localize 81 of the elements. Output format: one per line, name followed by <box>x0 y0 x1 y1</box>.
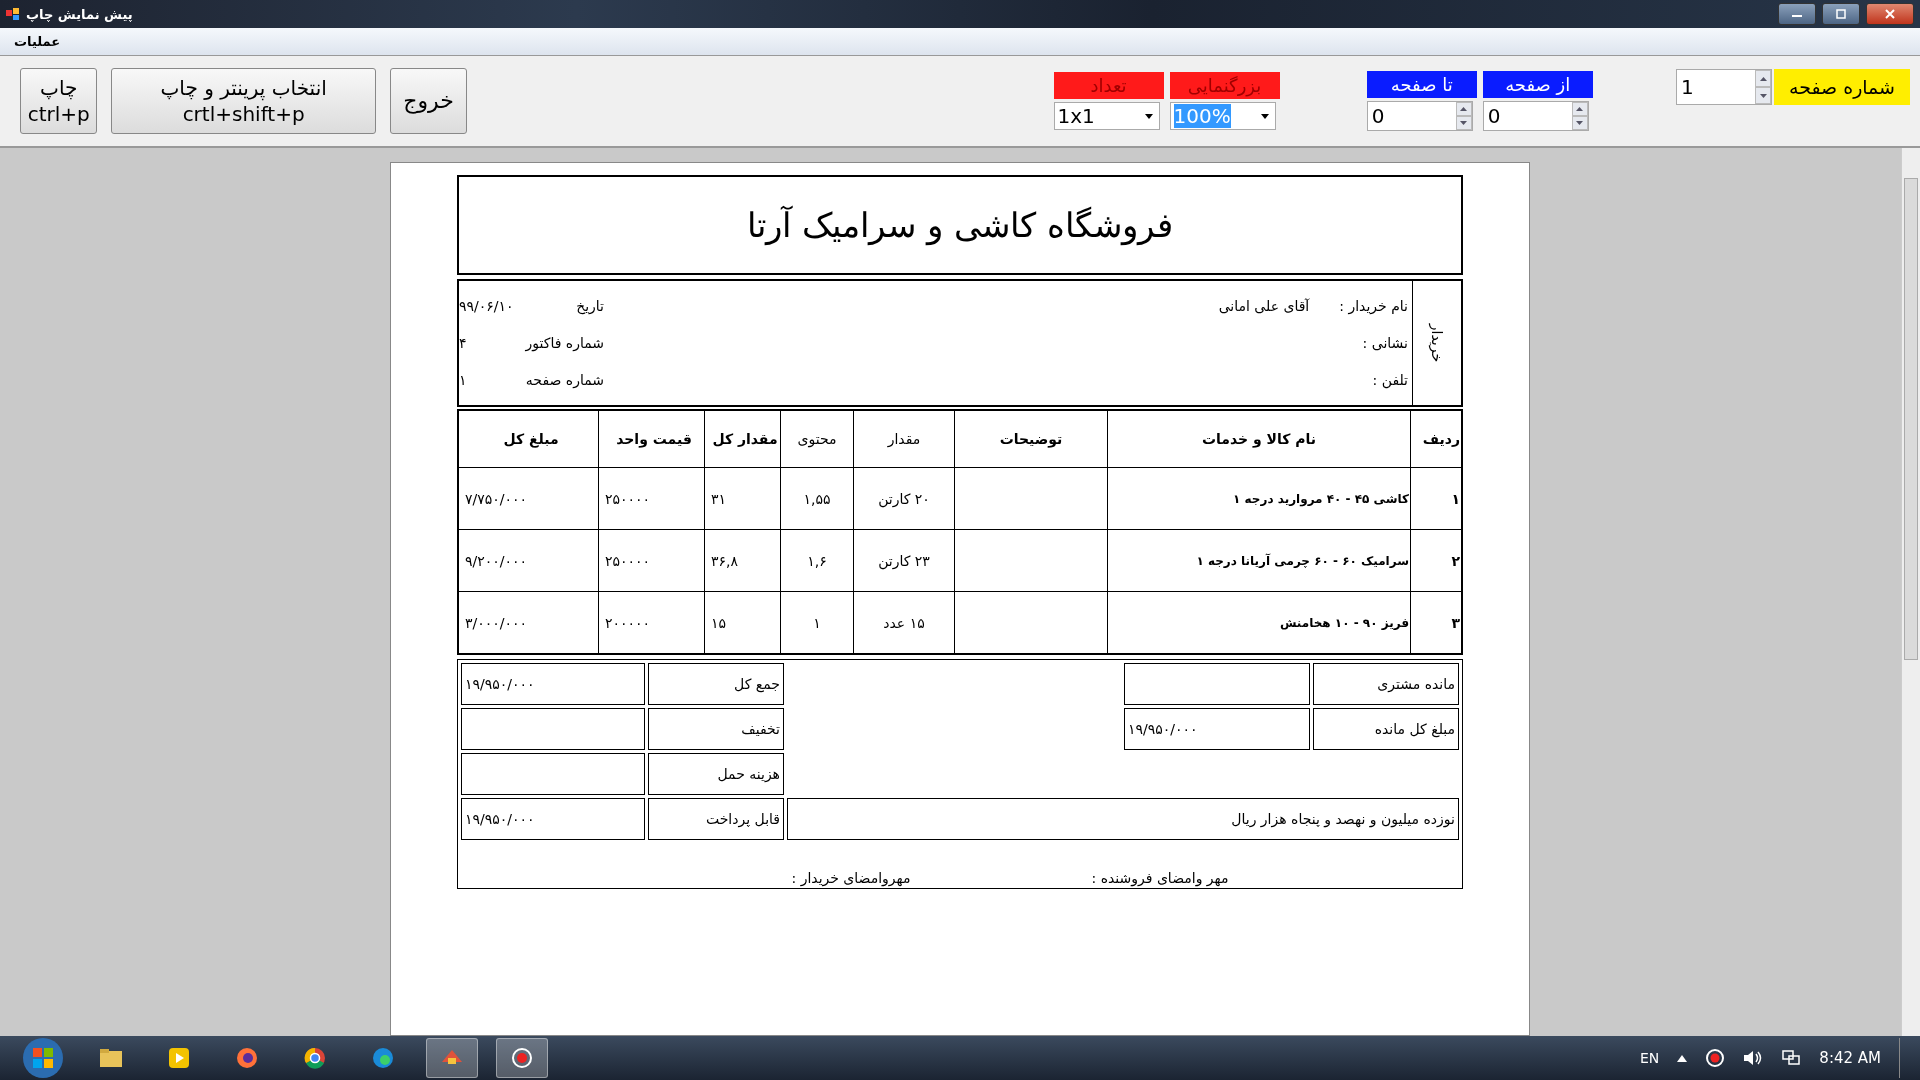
column-header: قیمت واحد <box>598 410 705 468</box>
column-header: مقدار <box>853 410 955 468</box>
record-icon[interactable] <box>1705 1048 1726 1068</box>
summary-label: هزینه حمل <box>648 753 784 795</box>
clock[interactable]: 8:42 AM <box>1819 1049 1881 1067</box>
maximize-button[interactable] <box>1822 3 1860 25</box>
record-icon[interactable] <box>496 1038 548 1078</box>
amount-in-words: نوزده میلیون و نهصد و پنجاه هزار ریال <box>787 798 1459 840</box>
field-value: ۹۹/۰۶/۱۰ <box>459 297 514 314</box>
window-title: پیش نمایش چاپ <box>26 6 133 22</box>
field-label: تاریخ <box>576 297 605 314</box>
table-cell: ۹/۲۰۰/۰۰۰ <box>465 552 528 569</box>
field-label: شماره فاکتور <box>525 335 605 351</box>
field-value: ۴ <box>459 335 467 351</box>
table-cell: ۲۵۰۰۰۰ <box>605 490 651 507</box>
table-cell: ۱۵ <box>711 614 727 631</box>
summary-value: ۱۹/۹۵۰/۰۰۰ <box>1124 708 1310 750</box>
table-cell: ۲۳ کارتن <box>878 552 930 569</box>
store-title: فروشگاه کاشی و سرامیک آرتا <box>747 205 1173 245</box>
from-page-spinner[interactable]: 0 <box>1482 101 1589 131</box>
table-cell: ۳۱ <box>711 490 727 507</box>
volume-icon[interactable] <box>1743 1049 1764 1067</box>
buyer-section-label: خریدار <box>1429 323 1445 363</box>
field-label: نام خریدار : <box>1339 297 1408 314</box>
column-header: مقدار کل <box>704 410 781 468</box>
column-header: نام کالا و خدمات <box>1107 410 1411 468</box>
column-header: محتوی <box>780 410 854 468</box>
summary-label: مانده مشتری <box>1313 663 1459 705</box>
field-label: شماره صفحه <box>525 372 605 389</box>
maximize-icon <box>1835 9 1847 19</box>
table-cell: ۱۵ عدد <box>883 614 925 631</box>
table-cell: ۱,۶ <box>807 552 827 569</box>
table-cell: کاشی ۴۵ - ۴۰ مروارید درجه ۱ <box>1233 491 1409 506</box>
exit-button[interactable]: خروج <box>389 68 468 134</box>
count-dropdown[interactable]: 1x1 <box>1053 102 1160 130</box>
table-cell: ۳/۰۰۰/۰۰۰ <box>465 614 528 631</box>
app-icon <box>6 7 20 21</box>
summary-label: قابل پرداخت <box>648 798 784 840</box>
caret-icon <box>1260 113 1269 119</box>
show-hidden-icons-icon[interactable] <box>1677 1054 1688 1062</box>
from-page-label: از صفحه <box>1482 71 1593 98</box>
count-label: تعداد <box>1053 72 1164 99</box>
network-icon[interactable] <box>1781 1049 1802 1067</box>
field-value: آقای علی امانی <box>1218 297 1310 314</box>
summary-value: ۱۹/۹۵۰/۰۰۰ <box>461 663 645 705</box>
field-label: نشانی : <box>1362 335 1408 351</box>
table-cell: ۳۶,۸ <box>711 552 738 569</box>
table-cell: ۲۰ کارتن <box>878 490 930 507</box>
table-cell: ۱ <box>813 614 821 631</box>
column-header: ردیف <box>1410 410 1462 468</box>
page-number-label: شماره صفحه <box>1774 69 1910 105</box>
summary-label: جمع کل <box>648 663 784 705</box>
field-label: تلفن : <box>1372 372 1408 389</box>
table-cell: سرامیک ۶۰ - ۶۰ چرمی آریانا درجه ۱ <box>1196 553 1409 568</box>
summary-label: مبلغ کل مانده <box>1313 708 1459 750</box>
close-button[interactable] <box>1866 3 1914 25</box>
signature-label: مهروامضای خریدار : <box>791 870 911 886</box>
table-cell: ۲۵۰۰۰۰ <box>605 552 651 569</box>
table-cell: ۲۰۰۰۰۰ <box>605 614 651 631</box>
scrollbar[interactable] <box>1901 148 1920 1036</box>
table-cell: ۷/۷۵۰/۰۰۰ <box>465 490 528 507</box>
summary-label: تخفیف <box>648 708 784 750</box>
table-cell: ۳ <box>1451 614 1460 631</box>
column-header: توضیحات <box>954 410 1108 468</box>
signature-label: مهر وامضای فروشنده : <box>1091 870 1229 886</box>
page-number-spinner[interactable]: 1 <box>1676 69 1772 105</box>
table-cell: فریز ۹۰ - ۱۰ هخامنش <box>1279 615 1409 630</box>
table-cell: ۱,۵۵ <box>803 490 831 507</box>
app-taskbar-icon[interactable] <box>426 1038 478 1078</box>
summary-value: ۱۹/۹۵۰/۰۰۰ <box>461 798 645 840</box>
language-indicator[interactable]: EN <box>1640 1050 1660 1066</box>
to-page-spinner[interactable]: 0 <box>1366 101 1473 131</box>
table-cell: ۲ <box>1451 552 1460 569</box>
minimize-button[interactable] <box>1778 3 1816 25</box>
zoom-label: بزرگنمایی <box>1169 72 1280 99</box>
to-page-label: تا صفحه <box>1366 71 1477 98</box>
field-value: ۱ <box>459 372 467 389</box>
caret-icon <box>1144 113 1153 119</box>
close-icon <box>1884 9 1896 19</box>
table-cell: ۱ <box>1451 490 1460 507</box>
menu-item[interactable]: عملیات <box>14 34 61 49</box>
